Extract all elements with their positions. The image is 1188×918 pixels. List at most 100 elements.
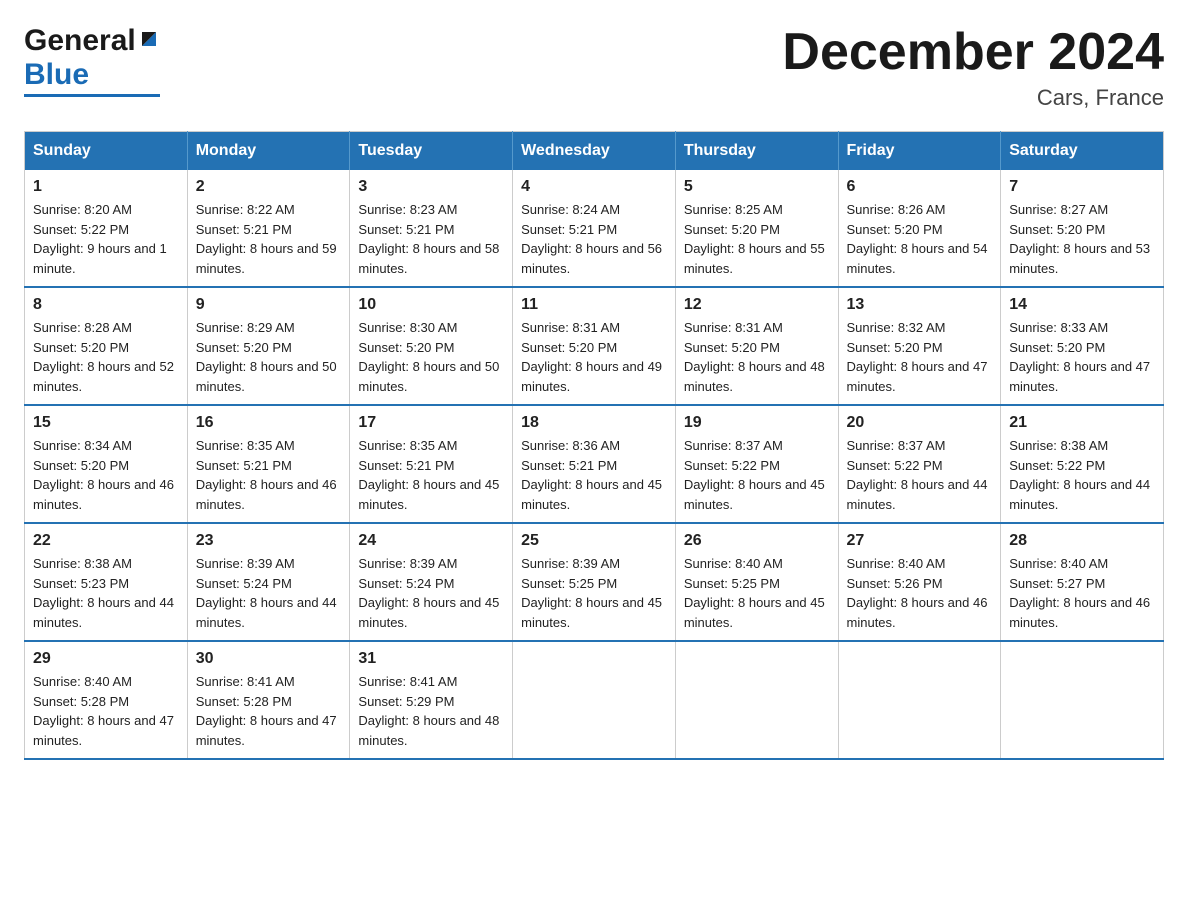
cell-week2-day2: 9Sunrise: 8:29 AMSunset: 5:20 PMDaylight… <box>187 287 350 405</box>
day-info: Sunrise: 8:24 AMSunset: 5:21 PMDaylight:… <box>521 200 667 278</box>
logo-blue-text: Blue <box>24 58 160 97</box>
day-number: 22 <box>33 532 179 550</box>
cell-week5-day1: 29Sunrise: 8:40 AMSunset: 5:28 PMDayligh… <box>25 641 188 759</box>
day-info: Sunrise: 8:31 AMSunset: 5:20 PMDaylight:… <box>684 318 830 396</box>
cell-week3-day3: 17 Sunrise: 8:35 AMSunset: 5:21 PMDayligh… <box>350 405 513 523</box>
cell-week4-day2: 23 Sunrise: 8:39 AMSunset: 5:24 PMDayligh… <box>187 523 350 641</box>
day-number: 25 <box>521 532 667 550</box>
cell-week4-day5: 26 Sunrise: 8:40 AMSunset: 5:25 PMDayligh… <box>675 523 838 641</box>
cell-week2-day5: 12Sunrise: 8:31 AMSunset: 5:20 PMDayligh… <box>675 287 838 405</box>
day-number: 5 <box>684 178 830 196</box>
cell-week2-day7: 14 Sunrise: 8:33 AMSunset: 5:20 PMDayligh… <box>1001 287 1164 405</box>
cell-week2-day3: 10 Sunrise: 8:30 AMSunset: 5:20 PMDayligh… <box>350 287 513 405</box>
cell-week5-day2: 30 Sunrise: 8:41 AMSunset: 5:28 PMDayligh… <box>187 641 350 759</box>
cell-week3-day2: 16 Sunrise: 8:35 AMSunset: 5:21 PMDayligh… <box>187 405 350 523</box>
day-info: Sunrise: 8:30 AMSunset: 5:20 PMDaylight:… <box>358 318 504 396</box>
day-info: Sunrise: 8:40 AMSunset: 5:26 PMDaylight:… <box>847 554 993 632</box>
logo-general-text: General <box>24 24 136 58</box>
day-info: Sunrise: 8:39 AMSunset: 5:24 PMDaylight:… <box>196 554 342 632</box>
cell-week4-day7: 28Sunrise: 8:40 AMSunset: 5:27 PMDayligh… <box>1001 523 1164 641</box>
calendar-table: Sunday Monday Tuesday Wednesday Thursday… <box>24 131 1164 760</box>
day-number: 21 <box>1009 414 1155 432</box>
cell-week2-day1: 8 Sunrise: 8:28 AMSunset: 5:20 PMDaylight… <box>25 287 188 405</box>
day-info: Sunrise: 8:28 AMSunset: 5:20 PMDaylight:… <box>33 318 179 396</box>
header-friday: Friday <box>838 132 1001 171</box>
day-info: Sunrise: 8:40 AMSunset: 5:28 PMDaylight:… <box>33 672 179 750</box>
cell-week2-day6: 13 Sunrise: 8:32 AMSunset: 5:20 PMDayligh… <box>838 287 1001 405</box>
week-row-2: 8 Sunrise: 8:28 AMSunset: 5:20 PMDaylight… <box>25 287 1164 405</box>
cell-week1-day7: 7Sunrise: 8:27 AMSunset: 5:20 PMDaylight… <box>1001 170 1164 287</box>
day-number: 9 <box>196 296 342 314</box>
cell-week3-day1: 15 Sunrise: 8:34 AMSunset: 5:20 PMDayligh… <box>25 405 188 523</box>
day-number: 3 <box>358 178 504 196</box>
day-number: 30 <box>196 650 342 668</box>
day-info: Sunrise: 8:38 AMSunset: 5:23 PMDaylight:… <box>33 554 179 632</box>
header-wednesday: Wednesday <box>513 132 676 171</box>
week-row-3: 15 Sunrise: 8:34 AMSunset: 5:20 PMDayligh… <box>25 405 1164 523</box>
cell-week4-day3: 24Sunrise: 8:39 AMSunset: 5:24 PMDayligh… <box>350 523 513 641</box>
day-number: 24 <box>358 532 504 550</box>
day-info: Sunrise: 8:20 AMSunset: 5:22 PMDaylight:… <box>33 200 179 278</box>
day-info: Sunrise: 8:35 AMSunset: 5:21 PMDaylight:… <box>358 436 504 514</box>
day-number: 6 <box>847 178 993 196</box>
day-number: 23 <box>196 532 342 550</box>
day-number: 13 <box>847 296 993 314</box>
day-info: Sunrise: 8:41 AMSunset: 5:28 PMDaylight:… <box>196 672 342 750</box>
logo-arrow-icon <box>138 28 160 50</box>
title-section: December 2024 Cars, France <box>782 24 1164 111</box>
day-number: 8 <box>33 296 179 314</box>
day-number: 15 <box>33 414 179 432</box>
day-number: 2 <box>196 178 342 196</box>
calendar-header: Sunday Monday Tuesday Wednesday Thursday… <box>25 132 1164 171</box>
day-info: Sunrise: 8:33 AMSunset: 5:20 PMDaylight:… <box>1009 318 1155 396</box>
cell-week5-day3: 31Sunrise: 8:41 AMSunset: 5:29 PMDayligh… <box>350 641 513 759</box>
cell-week4-day4: 25 Sunrise: 8:39 AMSunset: 5:25 PMDayligh… <box>513 523 676 641</box>
cell-week4-day1: 22 Sunrise: 8:38 AMSunset: 5:23 PMDayligh… <box>25 523 188 641</box>
logo-wrapper: General <box>24 24 160 58</box>
header-monday: Monday <box>187 132 350 171</box>
cell-week5-day6 <box>838 641 1001 759</box>
page-location: Cars, France <box>782 85 1164 111</box>
day-number: 26 <box>684 532 830 550</box>
day-number: 19 <box>684 414 830 432</box>
week-row-5: 29Sunrise: 8:40 AMSunset: 5:28 PMDayligh… <box>25 641 1164 759</box>
day-number: 16 <box>196 414 342 432</box>
header-saturday: Saturday <box>1001 132 1164 171</box>
day-number: 28 <box>1009 532 1155 550</box>
cell-week4-day6: 27Sunrise: 8:40 AMSunset: 5:26 PMDayligh… <box>838 523 1001 641</box>
cell-week3-day7: 21 Sunrise: 8:38 AMSunset: 5:22 PMDayligh… <box>1001 405 1164 523</box>
week-row-1: 1 Sunrise: 8:20 AMSunset: 5:22 PMDaylight… <box>25 170 1164 287</box>
day-info: Sunrise: 8:23 AMSunset: 5:21 PMDaylight:… <box>358 200 504 278</box>
day-number: 1 <box>33 178 179 196</box>
cell-week3-day6: 20Sunrise: 8:37 AMSunset: 5:22 PMDayligh… <box>838 405 1001 523</box>
day-info: Sunrise: 8:34 AMSunset: 5:20 PMDaylight:… <box>33 436 179 514</box>
day-info: Sunrise: 8:38 AMSunset: 5:22 PMDaylight:… <box>1009 436 1155 514</box>
day-number: 17 <box>358 414 504 432</box>
cell-week5-day5 <box>675 641 838 759</box>
page-header: General Blue December 2024 Cars, France <box>24 24 1164 111</box>
header-thursday: Thursday <box>675 132 838 171</box>
day-info: Sunrise: 8:37 AMSunset: 5:22 PMDaylight:… <box>684 436 830 514</box>
day-info: Sunrise: 8:32 AMSunset: 5:20 PMDaylight:… <box>847 318 993 396</box>
cell-week1-day3: 3 Sunrise: 8:23 AMSunset: 5:21 PMDaylight… <box>350 170 513 287</box>
day-info: Sunrise: 8:40 AMSunset: 5:25 PMDaylight:… <box>684 554 830 632</box>
calendar-body: 1 Sunrise: 8:20 AMSunset: 5:22 PMDaylight… <box>25 170 1164 759</box>
day-info: Sunrise: 8:36 AMSunset: 5:21 PMDaylight:… <box>521 436 667 514</box>
day-info: Sunrise: 8:41 AMSunset: 5:29 PMDaylight:… <box>358 672 504 750</box>
day-number: 14 <box>1009 296 1155 314</box>
day-info: Sunrise: 8:25 AMSunset: 5:20 PMDaylight:… <box>684 200 830 278</box>
cell-week1-day1: 1 Sunrise: 8:20 AMSunset: 5:22 PMDaylight… <box>25 170 188 287</box>
day-number: 10 <box>358 296 504 314</box>
day-number: 20 <box>847 414 993 432</box>
day-info: Sunrise: 8:22 AMSunset: 5:21 PMDaylight:… <box>196 200 342 278</box>
logo: General Blue <box>24 24 160 97</box>
day-info: Sunrise: 8:39 AMSunset: 5:25 PMDaylight:… <box>521 554 667 632</box>
day-number: 7 <box>1009 178 1155 196</box>
day-info: Sunrise: 8:26 AMSunset: 5:20 PMDaylight:… <box>847 200 993 278</box>
cell-week3-day4: 18Sunrise: 8:36 AMSunset: 5:21 PMDayligh… <box>513 405 676 523</box>
cell-week1-day4: 4 Sunrise: 8:24 AMSunset: 5:21 PMDaylight… <box>513 170 676 287</box>
header-row: Sunday Monday Tuesday Wednesday Thursday… <box>25 132 1164 171</box>
day-info: Sunrise: 8:35 AMSunset: 5:21 PMDaylight:… <box>196 436 342 514</box>
day-number: 4 <box>521 178 667 196</box>
week-row-4: 22 Sunrise: 8:38 AMSunset: 5:23 PMDayligh… <box>25 523 1164 641</box>
